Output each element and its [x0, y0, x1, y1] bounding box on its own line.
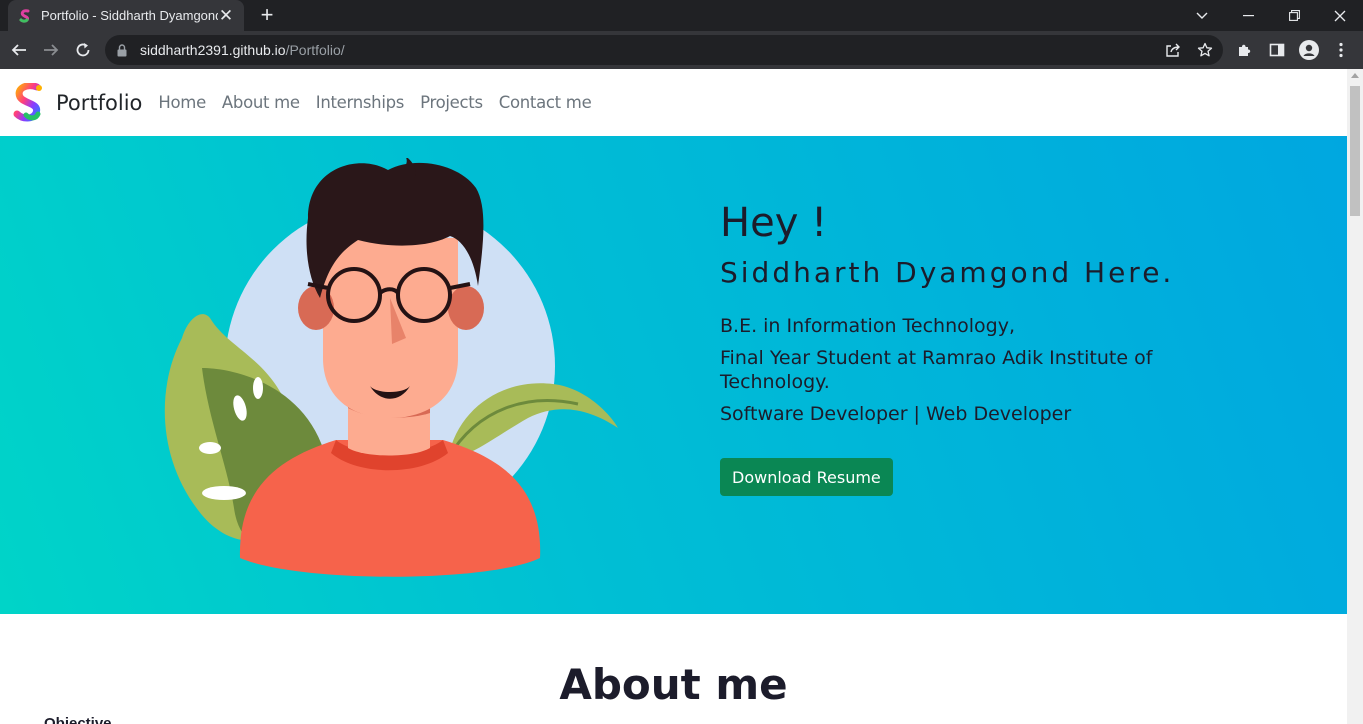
extensions-puzzle-icon[interactable]	[1232, 37, 1258, 63]
nav-link-home[interactable]: Home	[158, 93, 206, 112]
share-icon[interactable]	[1160, 37, 1186, 63]
profile-avatar-icon[interactable]	[1296, 37, 1322, 63]
browser-toolbar: siddharth2391.github.io/Portfolio/	[0, 31, 1363, 69]
forward-arrow-icon[interactable]	[38, 37, 64, 63]
new-tab-button[interactable]: +	[256, 3, 278, 27]
developer-avatar-illustration	[164, 158, 618, 577]
reload-icon[interactable]	[70, 37, 96, 63]
back-arrow-icon[interactable]	[6, 37, 32, 63]
tab-title: Portfolio - Siddharth Dyamgond	[41, 8, 218, 23]
browser-tab[interactable]: Portfolio - Siddharth Dyamgond ✕	[8, 0, 244, 31]
page-viewport: Portfolio Home About me Internships Proj…	[0, 69, 1347, 724]
hero-college: Final Year Student at Ramrao Adik Instit…	[720, 347, 1153, 393]
nav-link-projects[interactable]: Projects	[420, 93, 483, 112]
portfolio-logo-icon[interactable]	[12, 82, 46, 123]
url-path: /Portfolio/	[285, 42, 345, 58]
minimize-icon[interactable]	[1225, 0, 1271, 31]
site-navbar: Portfolio Home About me Internships Proj…	[0, 69, 1347, 136]
about-section-title: About me	[559, 660, 788, 709]
browser-tab-bar: Portfolio - Siddharth Dyamgond ✕ +	[0, 0, 1363, 31]
hero-role: Software Developer | Web Developer	[720, 403, 1072, 425]
close-tab-icon[interactable]: ✕	[218, 7, 234, 24]
url-host: siddharth2391.github.io	[140, 42, 286, 58]
brand-title[interactable]: Portfolio	[56, 91, 142, 115]
objective-heading: Objective	[44, 715, 112, 724]
download-resume-button[interactable]: Download Resume	[720, 458, 893, 496]
close-window-icon[interactable]	[1317, 0, 1363, 31]
restore-icon[interactable]	[1271, 0, 1317, 31]
side-panel-icon[interactable]	[1264, 37, 1290, 63]
hero-name: Siddharth Dyamgond Here.	[720, 256, 1175, 289]
hero-greeting: Hey !	[720, 200, 828, 246]
scroll-up-arrow-icon[interactable]	[1351, 73, 1359, 78]
hero-section: Hey ! Siddharth Dyamgond Here. B.E. in I…	[0, 136, 1347, 614]
portfolio-logo-icon	[19, 8, 30, 23]
browser-menu-icon[interactable]	[1328, 37, 1354, 63]
nav-link-contact[interactable]: Contact me	[499, 93, 592, 112]
lock-icon	[117, 43, 127, 56]
address-bar[interactable]: siddharth2391.github.io/Portfolio/	[105, 35, 1223, 65]
nav-link-internships[interactable]: Internships	[316, 93, 405, 112]
page-scrollbar[interactable]	[1347, 69, 1363, 724]
scrollbar-thumb[interactable]	[1350, 86, 1360, 216]
nav-link-about[interactable]: About me	[222, 93, 300, 112]
bookmark-star-icon[interactable]	[1192, 37, 1218, 63]
tab-search-icon[interactable]	[1179, 0, 1225, 31]
hero-degree: B.E. in Information Technology,	[720, 315, 1016, 337]
